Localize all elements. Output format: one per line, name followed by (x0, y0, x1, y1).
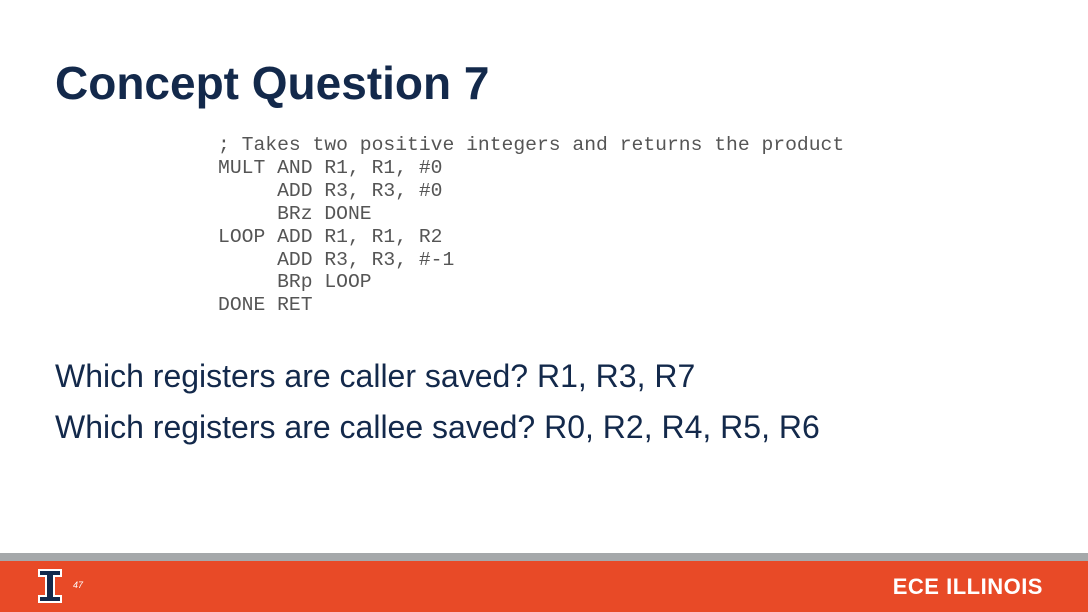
question-caller-saved: Which registers are caller saved? R1, R3… (55, 358, 696, 394)
footer-divider (0, 553, 1088, 561)
illinois-logo-icon (38, 569, 62, 603)
code-block: ; Takes two positive integers and return… (218, 134, 845, 317)
footer: 47 ECE ILLINOIS (0, 561, 1088, 612)
brand-text: ECE ILLINOIS (892, 574, 1043, 599)
slide-title: Concept Question 7 (55, 57, 490, 109)
page-number: 47 (73, 580, 84, 590)
question-callee-saved: Which registers are callee saved? R0, R2… (55, 409, 820, 445)
